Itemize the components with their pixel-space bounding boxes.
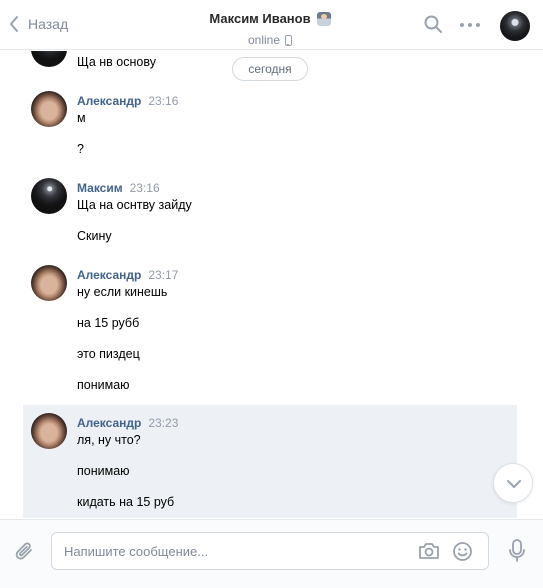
chat-header: Назад Максим Иванов online (0, 0, 543, 50)
avatar[interactable] (31, 91, 67, 127)
message-group-selected[interactable]: Александр 23:23 ля, ну что? понимаю кида… (23, 405, 517, 518)
date-divider[interactable]: сегодня (232, 57, 308, 81)
camera-icon[interactable] (418, 541, 440, 561)
message-text: ? (77, 142, 84, 156)
message-time[interactable]: 23:16 (148, 94, 178, 108)
avatar[interactable] (31, 265, 67, 301)
person-emoji-icon (316, 11, 331, 26)
message-header: Максим 23:16 (77, 181, 160, 195)
message-group: Александр 23:16 м ? (23, 87, 517, 167)
message-text: ля, ну что? (77, 433, 141, 447)
back-button[interactable]: Назад (8, 14, 68, 34)
message-text: на 15 рубб (77, 316, 140, 330)
message-text: кидать на 15 руб (77, 495, 175, 509)
chevron-down-icon (507, 480, 521, 488)
online-status: online (247, 33, 293, 47)
message-header: Александр 23:17 (77, 268, 178, 282)
message-header: Александр 23:16 (77, 94, 178, 108)
message-input[interactable] (64, 542, 404, 560)
message-text: Скину (77, 229, 112, 243)
message-time[interactable]: 23:17 (148, 268, 178, 282)
message-text: понимаю (77, 464, 130, 478)
message-text: м (77, 111, 86, 125)
avatar[interactable] (31, 51, 67, 67)
paperclip-icon[interactable] (14, 540, 36, 564)
message-group: Максим 23:16 Ща на оснтву зайду Скину (23, 174, 517, 254)
author-name[interactable]: Александр (77, 94, 141, 108)
message-time[interactable]: 23:23 (148, 416, 178, 430)
message-input-box[interactable] (51, 532, 489, 570)
mobile-phone-icon (285, 34, 293, 46)
message-text: Ща на оснтву зайду (77, 198, 192, 212)
message-text: понимаю (77, 378, 130, 392)
contact-avatar[interactable] (500, 11, 530, 41)
message-time[interactable]: 23:16 (130, 181, 160, 195)
contact-name: Максим Иванов (209, 11, 311, 26)
back-label: Назад (28, 16, 69, 32)
author-name[interactable]: Александр (77, 416, 141, 430)
author-name[interactable]: Максим (77, 181, 123, 195)
more-dots-icon[interactable] (458, 17, 482, 33)
message-header: Александр 23:23 (77, 416, 178, 430)
message-text: это пиздец (77, 347, 140, 361)
avatar[interactable] (31, 178, 67, 214)
message-composer (0, 519, 543, 588)
conversation-title[interactable]: Максим Иванов (209, 11, 331, 26)
message-history[interactable]: Ща нв основу сегодня Александр 23:16 м ?… (0, 51, 543, 518)
avatar[interactable] (31, 413, 67, 449)
microphone-icon[interactable] (507, 538, 527, 564)
message-text: ну если кинешь (77, 285, 168, 299)
status-text: online (247, 33, 281, 47)
scroll-to-bottom-button[interactable] (493, 463, 533, 503)
search-icon[interactable] (423, 14, 443, 34)
message-text: Ща нв основу (77, 55, 156, 69)
author-name[interactable]: Александр (77, 268, 141, 282)
chevron-left-icon (10, 16, 18, 32)
conversation-title-block[interactable]: Максим Иванов online (150, 10, 390, 49)
message-group: Александр 23:17 ну если кинешь на 15 руб… (23, 261, 517, 401)
smile-icon[interactable] (452, 541, 473, 562)
